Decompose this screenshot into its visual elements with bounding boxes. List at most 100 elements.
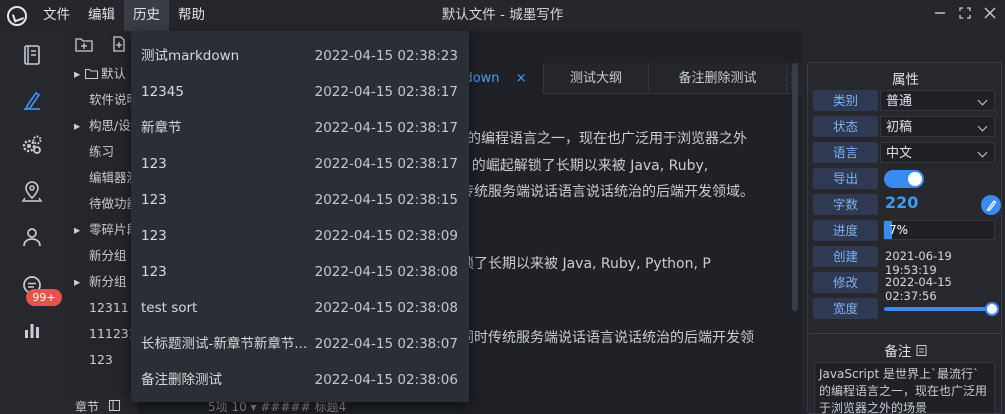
tab-close-icon[interactable]: × xyxy=(516,71,527,86)
editor-line[interactable]: s 的崛起解锁了长期以来被 Java, Ruby, xyxy=(460,155,708,175)
tree-item[interactable]: ▸ 构思/设定 xyxy=(65,113,138,139)
language-label: 语言 xyxy=(813,142,878,163)
tree-expand-icon[interactable]: ▸ xyxy=(65,113,80,139)
pen-icon[interactable] xyxy=(20,88,44,112)
new-file-icon[interactable] xyxy=(111,36,127,56)
tree-item[interactable]: 12311 xyxy=(65,295,138,321)
chapter-label: 章节 xyxy=(75,400,100,414)
history-item-name: 备注删除测试 xyxy=(141,372,222,388)
close-icon[interactable] xyxy=(978,0,1002,31)
tree-item[interactable]: 软件说明 xyxy=(65,87,138,113)
properties-panel: 属性 类别 普通 状态 初稿 语言 中文 导出 字数 220 进度 7% 创建 … xyxy=(802,31,1005,414)
menu-bar: 文件 编辑 历史 帮助 xyxy=(34,0,214,31)
history-menu: 测试markdown 2022-04-15 02:38:23 12345 2022-0… xyxy=(131,31,469,402)
history-item-name: 长标题测试-新章节新章节... xyxy=(141,336,308,352)
history-item[interactable]: 测试markdown 2022-04-15 02:38:23 xyxy=(131,38,469,74)
menu-help[interactable]: 帮助 xyxy=(169,0,214,31)
menu-history[interactable]: 历史 xyxy=(124,0,169,31)
language-select[interactable]: 中文 xyxy=(880,142,995,163)
history-item[interactable]: test sort 2022-04-15 02:38:08 xyxy=(131,290,469,326)
tree-item[interactable]: 123 xyxy=(65,347,138,373)
properties-title: 属性 xyxy=(892,72,919,88)
maximize-icon[interactable] xyxy=(953,0,977,31)
category-select[interactable]: 普通 xyxy=(880,90,995,111)
gears-icon[interactable] xyxy=(20,133,44,157)
tab-note-delete-test[interactable]: 备注删除测试 xyxy=(649,63,787,94)
menu-file[interactable]: 文件 xyxy=(34,0,79,31)
tree-expand-icon[interactable]: ▸ xyxy=(65,269,80,295)
edit-count-button[interactable] xyxy=(981,195,1001,215)
tree-item-label: 新分组 xyxy=(89,248,127,263)
bar-chart-icon[interactable] xyxy=(20,318,44,342)
history-item[interactable]: 新章节 2022-04-15 02:38:17 xyxy=(131,110,469,146)
width-slider[interactable] xyxy=(884,302,999,316)
history-item-time: 2022-04-15 02:38:17 xyxy=(314,120,458,136)
book-icon[interactable] xyxy=(20,43,44,67)
category-value: 普通 xyxy=(886,94,913,109)
slider-knob[interactable] xyxy=(985,302,999,316)
tree-item[interactable]: 编辑器测 xyxy=(65,165,138,191)
history-item-name: 123 xyxy=(141,228,167,244)
tree-item-label: 123 xyxy=(89,352,113,367)
tree-item[interactable]: ▸ 默认 xyxy=(65,61,138,87)
notes-icon[interactable] xyxy=(916,344,927,360)
history-item-time: 2022-04-15 02:38:17 xyxy=(314,84,458,100)
tree-item[interactable]: 新分组 xyxy=(65,243,138,269)
history-item[interactable]: 长标题测试-新章节新章节... 2022-04-15 02:38:07 xyxy=(131,326,469,362)
created-value: 2021-06-19 19:53:19 xyxy=(885,249,952,277)
progress-label: 进度 xyxy=(813,220,878,241)
history-item-name: 123 xyxy=(141,192,167,208)
tree-item[interactable]: ▸ 零碎片段 xyxy=(65,217,138,243)
tree-item[interactable]: ▸ 新分组 xyxy=(65,269,138,295)
history-item[interactable]: 123 2022-04-15 02:38:17 xyxy=(131,146,469,182)
history-item-name: 新章节 xyxy=(141,120,182,136)
properties-box: 属性 类别 普通 状态 初稿 语言 中文 导出 字数 220 进度 7% 创建 … xyxy=(807,62,1002,356)
menu-edit[interactable]: 编辑 xyxy=(79,0,124,31)
word-count-label: 字数 xyxy=(813,194,878,215)
editor-scrollbar[interactable] xyxy=(792,63,798,311)
chevron-down-icon xyxy=(977,121,988,132)
editor-line[interactable]: 同时传统服务端说话语言说话统治的后端开发领 xyxy=(460,327,754,347)
category-label: 类别 xyxy=(813,90,878,111)
history-item-time: 2022-04-15 02:38:08 xyxy=(314,300,458,316)
created-label: 创建 xyxy=(813,246,878,267)
editor-line[interactable]: 锁了长期以来被 Java, Ruby, Python, P xyxy=(460,253,711,273)
folder-icon xyxy=(79,66,98,81)
new-folder-icon[interactable] xyxy=(75,36,93,56)
history-item[interactable]: 123 2022-04-15 02:38:08 xyxy=(131,254,469,290)
app-logo-icon xyxy=(7,6,27,26)
notes-box: 备注 JavaScript 是世界上`最流行`的编程语言之一，现在也广泛用于浏览… xyxy=(807,333,1002,414)
panel-toggle-icon[interactable] xyxy=(108,400,120,414)
modified-value: 2022-04-15 02:37:56 xyxy=(885,275,952,303)
export-toggle[interactable] xyxy=(884,170,924,188)
history-item-time: 2022-04-15 02:38:08 xyxy=(314,264,458,280)
history-item-name: 123 xyxy=(141,264,167,280)
progress-bar: 7% xyxy=(883,220,995,240)
tab-outline[interactable]: 测试大纲 xyxy=(544,63,649,94)
history-item[interactable]: 123 2022-04-15 02:38:15 xyxy=(131,182,469,218)
user-icon[interactable] xyxy=(20,225,44,249)
word-count-value: 220 xyxy=(885,193,919,212)
chevron-down-icon xyxy=(977,95,988,106)
title-bar: 文件 编辑 历史 帮助 默认文件 - 城墨写作 xyxy=(0,0,1005,31)
tree-item[interactable]: 待做功能 xyxy=(65,191,138,217)
history-item-time: 2022-04-15 02:38:06 xyxy=(314,372,458,388)
tree-item[interactable]: 练习 xyxy=(65,139,138,165)
modified-label: 修改 xyxy=(813,272,878,293)
history-item-name: 测试markdown xyxy=(141,48,240,64)
history-item[interactable]: 12345 2022-04-15 02:38:17 xyxy=(131,74,469,110)
editor-line[interactable]: `的编程语言之一，现在也广泛用于浏览器之外 xyxy=(460,128,747,148)
map-pin-icon[interactable] xyxy=(20,179,44,203)
tree-expand-icon[interactable]: ▸ xyxy=(65,61,80,87)
minimize-icon[interactable] xyxy=(928,0,952,31)
tree-expand-icon[interactable]: ▸ xyxy=(65,217,80,243)
chevron-down-icon xyxy=(977,147,988,158)
notes-text[interactable]: JavaScript 是世界上`最流行`的编程语言之一，现在也广泛用于浏览器之外… xyxy=(814,362,995,414)
status-select[interactable]: 初稿 xyxy=(880,116,995,137)
editor-line[interactable]: 传统服务端说话语言说话统治的后端开发领域。 xyxy=(460,181,754,201)
export-label: 导出 xyxy=(813,168,878,189)
history-item[interactable]: 备注删除测试 2022-04-15 02:38:06 xyxy=(131,362,469,398)
notes-title-row: 备注 xyxy=(808,340,1003,360)
tree-item[interactable]: 111231 xyxy=(65,321,138,347)
history-item[interactable]: 123 2022-04-15 02:38:09 xyxy=(131,218,469,254)
